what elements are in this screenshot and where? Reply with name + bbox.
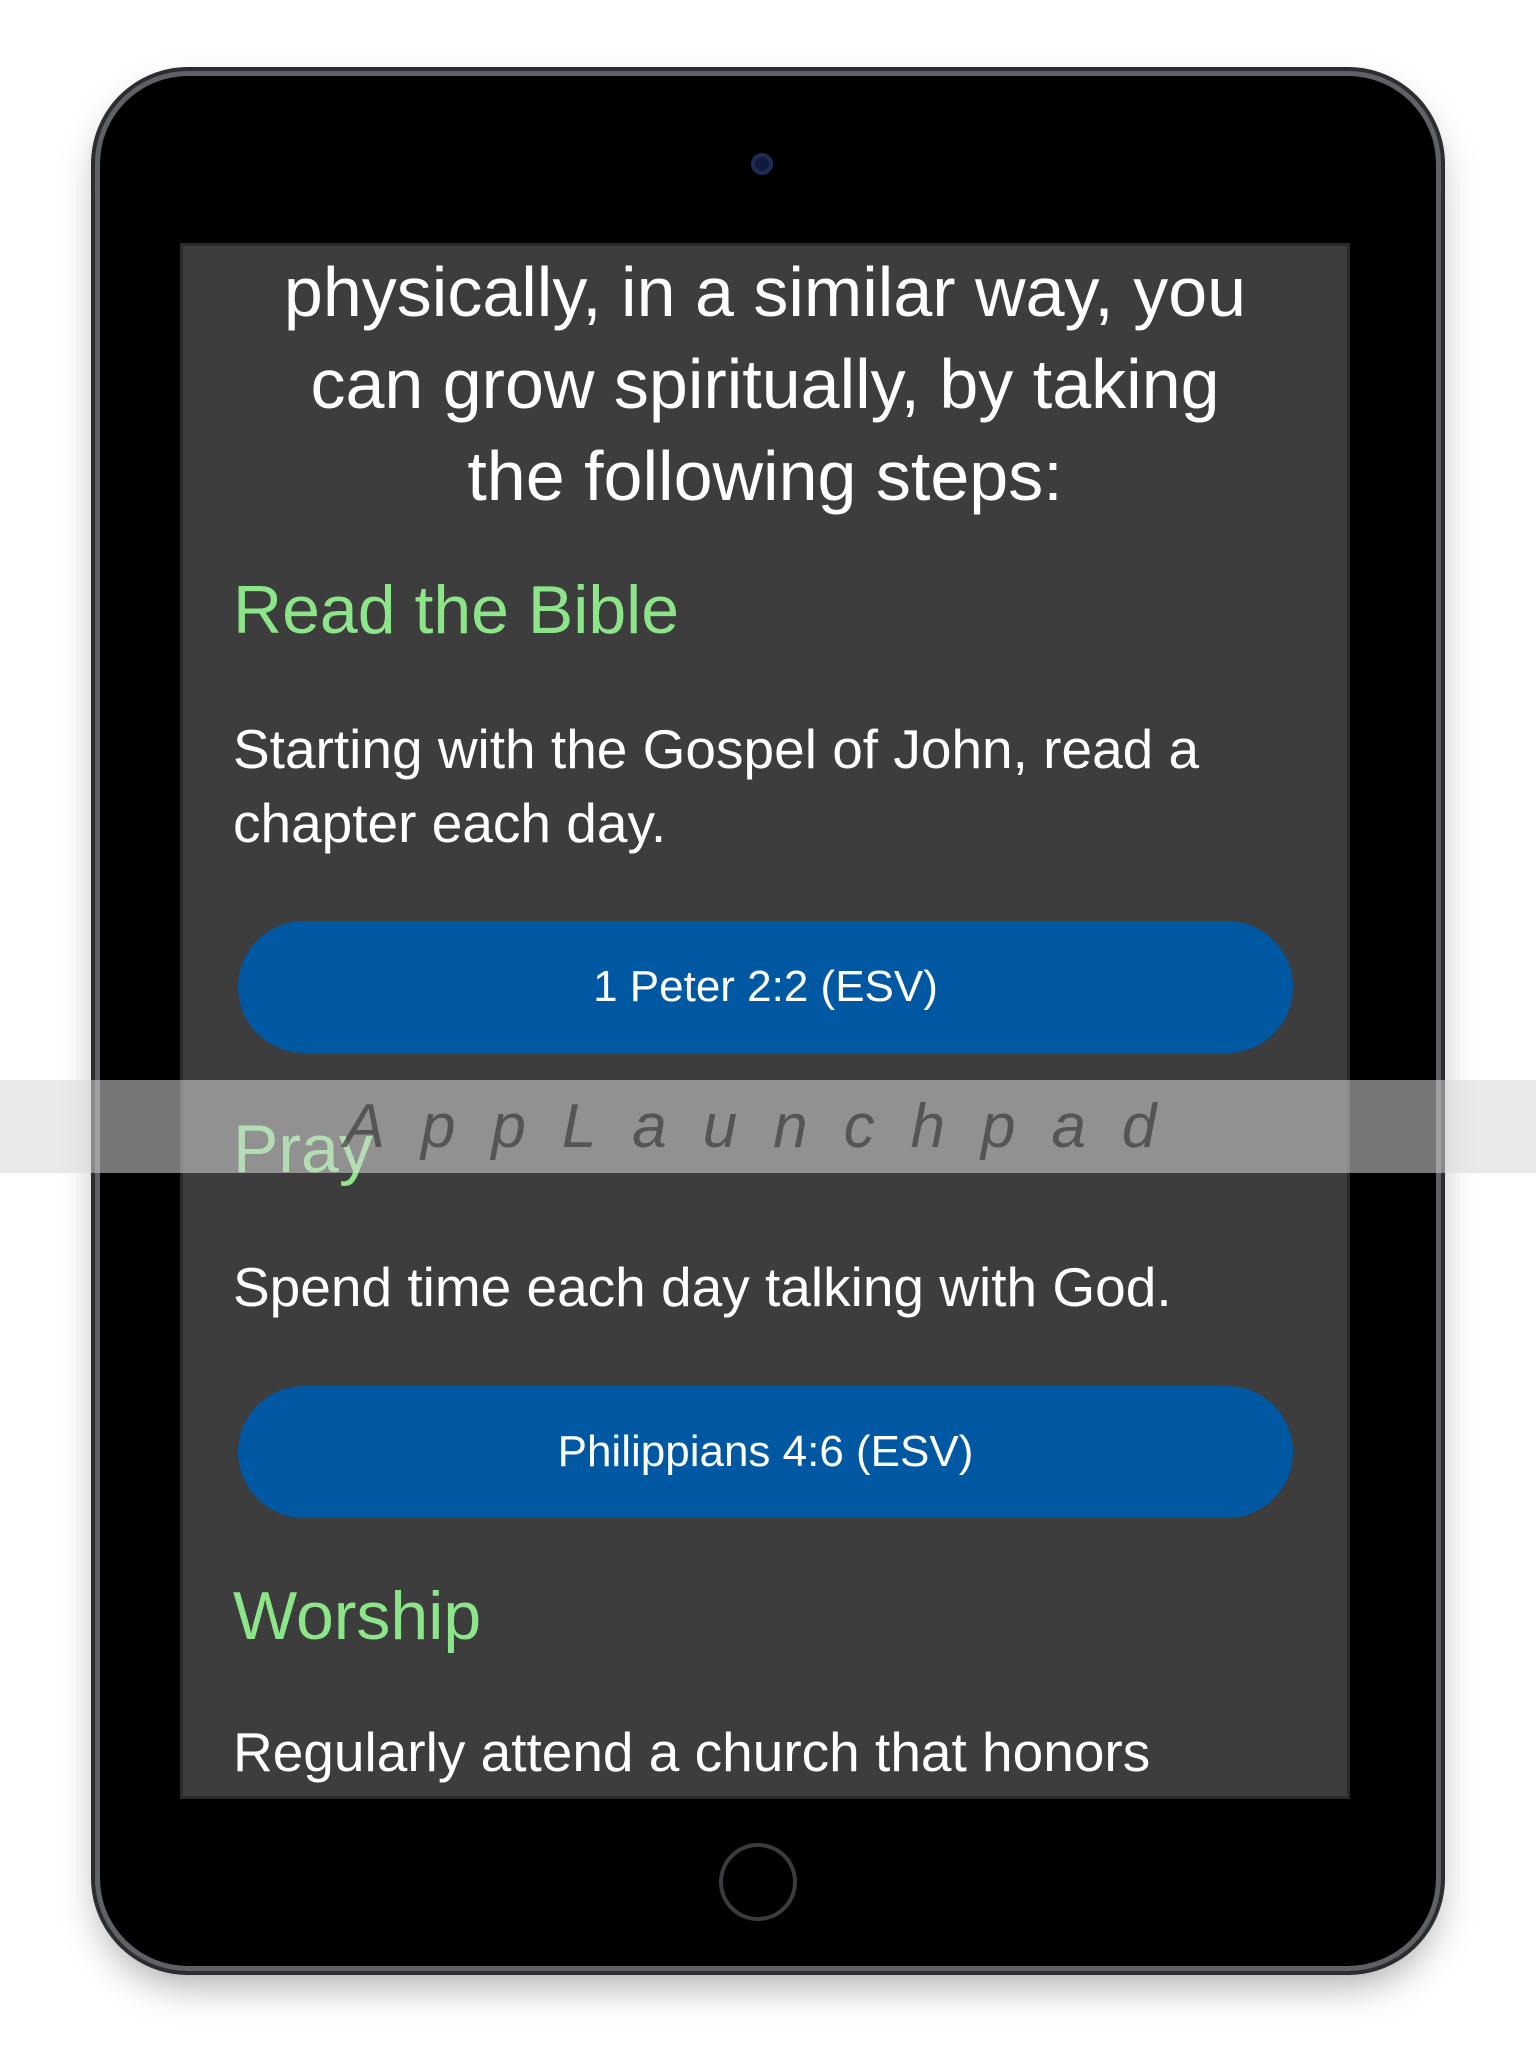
body-line: Starting with the Gospel of John, read a <box>233 718 1200 780</box>
body-line: chapter each day. <box>233 792 667 854</box>
intro-line-3: the following steps: <box>467 437 1063 515</box>
verse-button-1-peter[interactable]: 1 Peter 2:2 (ESV) <box>238 921 1293 1053</box>
section-heading-read-the-bible: Read the Bible <box>233 572 680 648</box>
body-line: Regularly attend a church that honors <box>233 1721 1151 1783</box>
intro-line-2: can grow spiritually, by taking <box>310 345 1220 423</box>
section-heading-worship: Worship <box>233 1578 482 1654</box>
watermark-text: AppLaunchpad <box>343 1092 1193 1161</box>
section-body-pray: Spend time each day talking with God. <box>233 1250 1307 1324</box>
intro-text: physically, in a similar way, you can gr… <box>223 246 1307 522</box>
intro-line-1: physically, in a similar way, you <box>283 253 1247 331</box>
home-button[interactable] <box>719 1843 797 1921</box>
verse-button-philippians[interactable]: Philippians 4:6 (ESV) <box>238 1386 1293 1518</box>
section-body-read-the-bible: Starting with the Gospel of John, read a… <box>233 712 1307 860</box>
section-body-worship: Regularly attend a church that honors <box>233 1715 1307 1789</box>
body-line: Spend time each day talking with God. <box>233 1256 1172 1318</box>
front-camera <box>751 153 773 175</box>
app-screen[interactable]: physically, in a similar way, you can gr… <box>180 243 1350 1799</box>
